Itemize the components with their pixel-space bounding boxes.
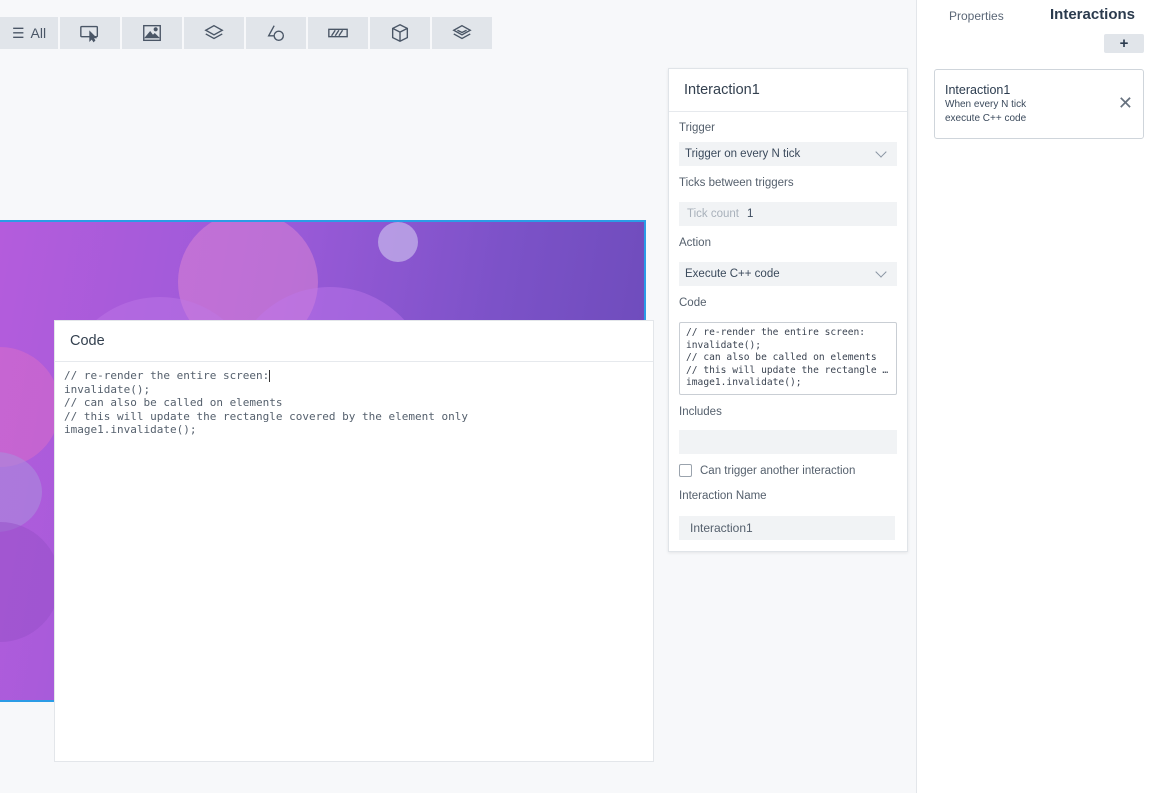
can-trigger-label: Can trigger another interaction [700,464,856,477]
code-textarea[interactable]: // re-render the entire screen: invalida… [679,322,897,395]
right-sidebar: Properties Interactions + Interaction1 W… [916,0,1160,793]
add-interaction-button[interactable]: + [1104,34,1144,53]
interaction-panel-title: Interaction1 [669,69,907,112]
code-editor-panel: Code // re-render the entire screen: inv… [54,320,654,762]
interaction-tool-icon [80,25,99,43]
progress-icon [328,28,348,38]
chevron-down-icon [875,266,887,278]
action-value: Execute C++ code [685,268,780,280]
code-line: // this will update the rectangle covere… [64,409,468,423]
code-line: // can also be called on elements [64,396,283,409]
code-line: invalidate(); [64,382,151,396]
interaction-name-input[interactable]: Interaction1 [679,516,895,540]
code-line: image1.invalidate(); [64,423,197,436]
interaction-name-label: Interaction Name [679,490,767,502]
tick-count-placeholder: Tick count [687,208,739,220]
tick-count-input[interactable]: Tick count 1 [679,202,897,226]
layers-icon [204,24,224,40]
code-line: invalidate(); [686,339,762,351]
trigger-select[interactable]: Trigger on every N tick [679,142,897,166]
menu-icon: ☰ [11,24,25,41]
code-line: // can also be called on elements [686,352,877,363]
sidebar-tabs: Properties Interactions [917,6,1160,28]
interaction-editor-panel: Interaction1 Trigger Trigger on every N … [668,68,908,552]
code-line: // re-render the entire screen: [64,369,270,382]
bubble-decoration [0,522,60,642]
bubble-decoration [0,452,42,532]
action-select[interactable]: Execute C++ code [679,262,897,286]
shapes-tool-button[interactable] [246,17,306,49]
box-icon [391,23,409,43]
interaction-tool-button[interactable] [60,17,120,49]
tab-properties[interactable]: Properties [949,9,1004,23]
all-label: All [30,25,47,41]
all-filter-button[interactable]: ☰ All [0,17,58,49]
image-tool-button[interactable] [122,17,182,49]
image-icon [143,24,161,42]
text-caret [269,370,271,382]
chevron-down-icon [875,146,887,158]
code-line: image1.invalidate(); [686,377,802,388]
interaction-card[interactable]: Interaction1 When every N tick execute C… [934,69,1144,139]
shapes-icon [267,25,285,42]
bubble-decoration [378,222,418,262]
progress-tool-button[interactable] [308,17,368,49]
interaction-card-description: When every N tick execute C++ code [945,99,1027,124]
widget-toolbar: ☰ All [0,17,492,49]
includes-label: Includes [679,406,722,418]
bubble-decoration [0,347,60,467]
action-label: Action [679,237,711,249]
close-icon[interactable]: ✕ [1118,94,1133,112]
can-trigger-row[interactable]: Can trigger another interaction [679,464,855,477]
3d-tool-button[interactable] [370,17,430,49]
includes-input[interactable] [679,430,897,454]
stack-icon [452,24,472,40]
tab-interactions[interactable]: Interactions [1050,6,1135,23]
code-editor[interactable]: // re-render the entire screen: invalida… [55,362,653,444]
ticks-label: Ticks between triggers [679,177,794,189]
interaction-card-name: Interaction1 [945,83,1011,97]
trigger-label: Trigger [679,122,715,134]
code-line: // re-render the entire screen: [686,327,866,338]
tick-count-value: 1 [746,208,754,220]
code-label: Code [679,297,707,309]
code-panel-title: Code [55,321,653,362]
code-line: // this will update the rectangle covere… [686,364,890,376]
container-tool-button[interactable] [184,17,244,49]
trigger-value: Trigger on every N tick [685,148,801,160]
can-trigger-checkbox[interactable] [679,464,692,477]
stack-tool-button[interactable] [432,17,492,49]
